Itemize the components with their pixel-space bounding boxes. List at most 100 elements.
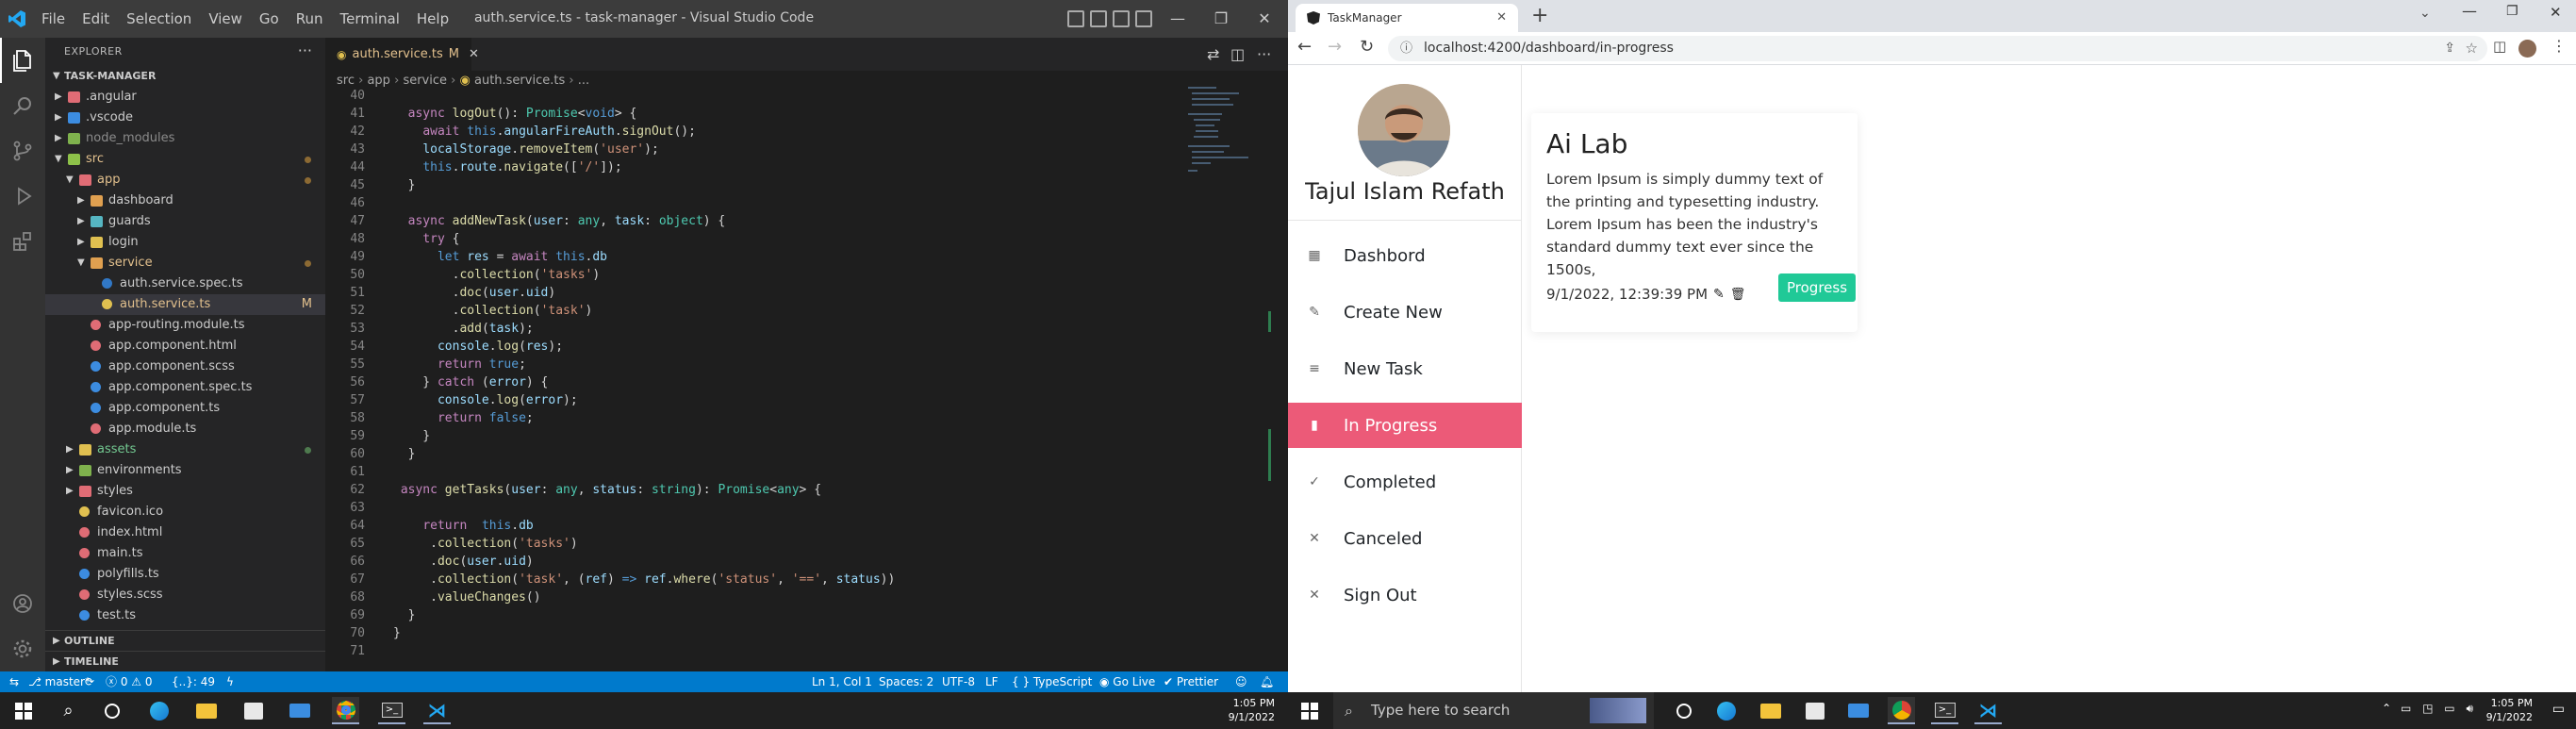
bookmark-star-icon[interactable]: ☆ bbox=[2466, 36, 2478, 61]
browser-tab[interactable]: TaskManager ✕ bbox=[1296, 4, 1518, 32]
tree-file[interactable]: app.component.scss bbox=[45, 356, 325, 377]
file-explorer-icon[interactable] bbox=[1757, 697, 1784, 724]
chrome-close-button[interactable]: ✕ bbox=[2550, 4, 2562, 21]
menu-view[interactable]: View bbox=[208, 10, 242, 27]
tree-folder[interactable]: ▶ .angular bbox=[45, 87, 325, 108]
selection-status[interactable]: {..}: 49 bbox=[172, 671, 215, 692]
code-line[interactable]: 65 .collection('tasks') bbox=[325, 535, 1174, 553]
code-line[interactable]: 46 bbox=[325, 194, 1174, 212]
tree-file[interactable]: app.module.ts bbox=[45, 419, 325, 439]
tree-folder[interactable]: ▶ login bbox=[45, 232, 325, 253]
code-line[interactable]: 41 async logOut(): Promise<void> { bbox=[325, 105, 1174, 123]
tree-file[interactable]: app.component.ts bbox=[45, 398, 325, 419]
chrome-menu-icon[interactable]: ⋮ bbox=[2551, 37, 2567, 55]
mail-icon[interactable] bbox=[286, 697, 313, 724]
outline-section[interactable]: ▶ OUTLINE bbox=[45, 630, 325, 651]
code-line[interactable]: 47 async addNewTask(user: any, task: obj… bbox=[325, 212, 1174, 230]
close-button[interactable]: ✕ bbox=[1243, 0, 1286, 38]
go-live-button[interactable]: ◉ Go Live bbox=[1099, 671, 1155, 692]
tree-file[interactable]: app.component.html bbox=[45, 336, 325, 356]
code-line[interactable]: 50 .collection('tasks') bbox=[325, 266, 1174, 284]
tree-file[interactable]: auth.service.ts M bbox=[45, 294, 325, 315]
tree-folder[interactable]: ▶ dashboard bbox=[45, 191, 325, 211]
prettier-status[interactable]: ✔ Prettier bbox=[1164, 671, 1218, 692]
code-line[interactable]: 44 this.route.navigate(['/']); bbox=[325, 158, 1174, 176]
forward-icon[interactable]: → bbox=[1328, 37, 1342, 57]
menu-help[interactable]: Help bbox=[417, 10, 449, 27]
git-branch-status[interactable]: ⎇ master* bbox=[28, 671, 91, 692]
tree-folder[interactable]: ▶ .vscode bbox=[45, 108, 325, 128]
code-line[interactable]: 63 bbox=[325, 499, 1174, 517]
code-line[interactable]: 62 async getTasks(user: any, status: str… bbox=[325, 481, 1174, 499]
cursor-position[interactable]: Ln 1, Col 1 bbox=[812, 671, 872, 692]
code-line[interactable]: 53 .add(task); bbox=[325, 320, 1174, 338]
terminal-icon[interactable]: >_ bbox=[1931, 697, 1958, 724]
code-line[interactable]: 60 } bbox=[325, 445, 1174, 463]
search-icon[interactable] bbox=[0, 83, 45, 128]
status-badge[interactable]: Progress bbox=[1778, 273, 1857, 302]
problems-status[interactable]: ⓧ 0 ⚠ 0 bbox=[106, 671, 153, 692]
code-line[interactable]: 55 return true; bbox=[325, 356, 1174, 373]
profile-avatar[interactable] bbox=[2518, 40, 2536, 58]
code-line[interactable]: 71 bbox=[325, 642, 1174, 660]
menu-go[interactable]: Go bbox=[259, 10, 279, 27]
code-line[interactable]: 43 localStorage.removeItem('user'); bbox=[325, 141, 1174, 158]
toggle-panel-icon[interactable] bbox=[1090, 10, 1107, 27]
tree-file[interactable]: styles.scss bbox=[45, 585, 325, 605]
sync-icon[interactable]: ⟳ bbox=[85, 671, 94, 692]
chrome-taskbar-icon[interactable] bbox=[1888, 697, 1915, 724]
tree-folder[interactable]: ▼ app bbox=[45, 170, 325, 191]
menu-selection[interactable]: Selection bbox=[126, 10, 191, 27]
code-line[interactable]: 54 console.log(res); bbox=[325, 338, 1174, 356]
breadcrumb-service[interactable]: service bbox=[403, 74, 447, 88]
nav-item-sign-out[interactable]: ✕ Sign Out bbox=[1288, 572, 1522, 618]
tree-file[interactable]: favicon.ico bbox=[45, 502, 325, 522]
nav-item-canceled[interactable]: ✕ Canceled bbox=[1288, 516, 1522, 561]
tree-folder[interactable]: ▶ assets bbox=[45, 439, 325, 460]
toggle-secondary-sidebar-icon[interactable] bbox=[1113, 10, 1130, 27]
tree-folder[interactable]: ▶ guards bbox=[45, 211, 325, 232]
store-icon[interactable] bbox=[1801, 697, 1828, 724]
code-line[interactable]: 51 .doc(user.uid) bbox=[325, 284, 1174, 302]
store-icon[interactable] bbox=[239, 697, 267, 724]
notification-center-icon[interactable]: ▭ bbox=[2552, 702, 2565, 717]
extensions-icon[interactable] bbox=[0, 219, 45, 264]
tree-file[interactable]: app.component.spec.ts bbox=[45, 377, 325, 398]
tree-folder[interactable]: ▼ src bbox=[45, 149, 325, 170]
code-line[interactable]: 66 .doc(user.uid) bbox=[325, 553, 1174, 571]
chrome-restore-button[interactable]: ❐ bbox=[2506, 4, 2518, 19]
code-line[interactable]: 52 .collection('task') bbox=[325, 302, 1174, 320]
code-editor[interactable]: 40 41 async logOut(): Promise<void> {42 a… bbox=[325, 87, 1174, 660]
site-info-icon[interactable]: ⓘ bbox=[1400, 36, 1412, 61]
restore-button[interactable]: ❐ bbox=[1199, 0, 1243, 38]
taskbar-search-box[interactable]: ⌕ Type here to search bbox=[1333, 692, 1654, 729]
tab-close-icon[interactable]: ✕ bbox=[469, 47, 479, 61]
remote-icon[interactable]: ⇆ bbox=[9, 671, 19, 692]
indentation-status[interactable]: Spaces: 2 bbox=[879, 671, 933, 692]
code-line[interactable]: 40 bbox=[325, 87, 1174, 105]
vscode-taskbar-icon[interactable]: ⋊ bbox=[1974, 697, 2002, 724]
chrome-minimize-button[interactable]: — bbox=[2462, 2, 2477, 20]
tree-file[interactable]: index.html bbox=[45, 522, 325, 543]
reload-icon[interactable]: ↻ bbox=[1360, 37, 1374, 57]
notifications-bell-icon[interactable]: 🔔︎ bbox=[1260, 671, 1274, 692]
new-tab-button[interactable]: + bbox=[1531, 4, 1548, 27]
feedback-icon[interactable]: ☺ bbox=[1235, 671, 1247, 692]
lightning-icon[interactable]: ϟ bbox=[226, 671, 234, 692]
edge-icon[interactable] bbox=[145, 697, 173, 724]
open-changes-icon[interactable]: ⇄ bbox=[1207, 45, 1219, 63]
nav-item-new-task[interactable]: ≡ New Task bbox=[1288, 346, 1522, 391]
task-view-icon[interactable] bbox=[1670, 697, 1697, 724]
code-line[interactable]: 42 await this.angularFireAuth.signOut(); bbox=[325, 123, 1174, 141]
terminal-icon[interactable]: >_ bbox=[378, 697, 405, 724]
code-line[interactable]: 45 } bbox=[325, 176, 1174, 194]
code-line[interactable]: 58 return false; bbox=[325, 409, 1174, 427]
code-line[interactable]: 68 .valueChanges() bbox=[325, 588, 1174, 606]
minimize-button[interactable]: — bbox=[1156, 0, 1199, 38]
windows-start-icon[interactable] bbox=[1296, 697, 1323, 724]
more-actions-icon[interactable]: ··· bbox=[298, 41, 312, 59]
tray-icons[interactable]: ▭ ◳ ▭ 🔊︎ bbox=[2401, 702, 2477, 716]
source-control-icon[interactable] bbox=[0, 128, 45, 174]
menu-edit[interactable]: Edit bbox=[82, 10, 109, 27]
toggle-sidebar-icon[interactable] bbox=[1067, 10, 1084, 27]
